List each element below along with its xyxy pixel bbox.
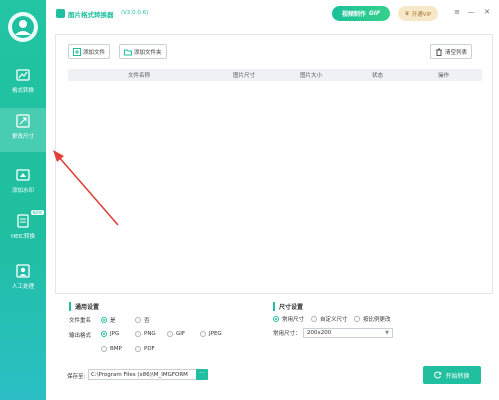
gif-button-text: 视频制作: [341, 11, 366, 18]
save-path-field[interactable]: C:\Program Files (x86)\M_IMGFORM: [88, 369, 206, 380]
minimize-icon[interactable]: —: [466, 8, 476, 16]
size-ratio-radio[interactable]: 按比例更改: [354, 315, 391, 323]
radio-label: 自定义尺寸: [320, 317, 348, 323]
size-custom-radio[interactable]: 自定义尺寸: [311, 315, 348, 323]
format-gif-radio[interactable]: GIF: [167, 331, 185, 337]
size-common-radio[interactable]: 常用尺寸: [273, 315, 304, 323]
vip-button[interactable]: ♛ 开通VIP: [398, 6, 438, 21]
gif-maker-button[interactable]: 视频制作 GIF: [332, 6, 390, 21]
save-to-label: 保存至:: [67, 374, 86, 380]
gif-button-tag: GIF: [368, 10, 381, 17]
app-logo-icon: [12, 16, 34, 38]
add-folder-label: 添加文件夹: [134, 49, 162, 56]
trash-icon: [436, 48, 442, 56]
sidebar-item-watermark[interactable]: 添加水印: [0, 162, 46, 206]
common-size-value: 200x200: [307, 330, 332, 336]
manual-icon: [16, 264, 30, 278]
close-icon[interactable]: ✕: [482, 8, 492, 16]
sidebar-item-label: 添加水印: [11, 188, 34, 194]
add-file-button[interactable]: 添加文件: [68, 44, 111, 59]
menu-icon[interactable]: ≡: [452, 8, 462, 16]
add-file-icon: [73, 47, 81, 56]
radio-label: BMP: [110, 346, 122, 352]
radio-dot: [311, 316, 317, 322]
file-table-header: 文件名称 图片尺寸 图片大小 状态 操作: [68, 69, 482, 81]
general-settings-title: 通用设置: [69, 302, 99, 311]
bottom-bar: 保存至: C:\Program Files (x86)\M_IMGFORM ··…: [55, 366, 493, 388]
browse-button[interactable]: ···: [196, 369, 208, 380]
radio-dot: [101, 317, 107, 323]
rename-no-radio[interactable]: 否: [135, 316, 150, 324]
settings-panel: 通用设置 文件重名 是 否 输出格式 JPG PNG GIF JPEG BMP …: [55, 298, 493, 364]
format-pdf-radio[interactable]: PDF: [135, 346, 155, 352]
folder-icon: [124, 49, 132, 55]
start-convert-button[interactable]: 开始转换: [423, 366, 481, 384]
add-folder-button[interactable]: 添加文件夹: [119, 44, 167, 59]
radio-label: GIF: [176, 331, 186, 337]
resize-icon: [16, 114, 30, 128]
heic-icon: [17, 214, 29, 228]
vip-button-label: 开通VIP: [411, 11, 432, 18]
format-bmp-radio[interactable]: BMP: [101, 346, 122, 352]
clear-list-label: 清空列表: [445, 49, 468, 56]
radio-dot: [135, 331, 141, 337]
app-version: (V2.0.0.6): [121, 9, 149, 16]
vip-icon: ♛: [404, 10, 410, 17]
clear-list-button[interactable]: 清空列表: [430, 44, 473, 59]
sidebar-item-label: 更改尺寸: [11, 134, 34, 140]
refresh-icon: [434, 371, 442, 379]
app-title-icon: [56, 9, 65, 18]
radio-dot: [200, 331, 206, 337]
file-list-panel: 添加文件 添加文件夹 清空列表 文件名称 图片尺寸 图片大小 状态 操作: [55, 34, 493, 294]
title-bar: 图片格式转换器 (V2.0.0.6) 视频制作 GIF ♛ 开通VIP ≡ — …: [46, 0, 499, 28]
sidebar-item-heic[interactable]: NEW HEIC转换: [0, 208, 46, 252]
radio-label: PDF: [144, 346, 155, 352]
column-header: 图片尺寸: [233, 73, 256, 79]
sidebar-item-label: 人工处理: [11, 284, 34, 290]
chevron-down-icon: ▼: [385, 330, 389, 336]
save-path-value: C:\Program Files (x86)\M_IMGFORM: [91, 371, 188, 378]
radio-label: PNG: [144, 331, 156, 337]
format-png-radio[interactable]: PNG: [135, 331, 156, 337]
radio-dot: [101, 346, 107, 352]
radio-label: JPG: [110, 331, 120, 337]
column-header: 操作: [438, 73, 450, 79]
start-convert-label: 开始转换: [445, 372, 470, 380]
sidebar-item-format-convert[interactable]: 格式转换: [0, 62, 46, 106]
new-badge: NEW: [30, 210, 44, 215]
sidebar-item-manual[interactable]: 人工处理: [0, 258, 46, 302]
radio-label: 是: [110, 318, 116, 324]
column-header: 图片大小: [300, 73, 323, 79]
format-jpg-radio[interactable]: JPG: [101, 331, 119, 337]
radio-label: 常用尺寸: [282, 317, 305, 323]
size-settings-title: 尺寸设置: [273, 302, 303, 311]
rename-label: 文件重名: [69, 318, 92, 324]
radio-dot: [135, 317, 141, 323]
radio-dot: [354, 316, 360, 322]
radio-label: JPEG: [209, 331, 222, 337]
app-title: 图片格式转换器: [68, 11, 114, 19]
column-header: 状态: [372, 73, 384, 79]
radio-label: 按比例更改: [363, 317, 391, 323]
sidebar-item-label: 格式转换: [11, 88, 34, 94]
add-file-label: 添加文件: [83, 49, 106, 56]
watermark-icon: [16, 169, 30, 181]
convert-icon: [16, 69, 30, 81]
sidebar-item-label: HEIC转换: [10, 234, 36, 240]
radio-dot: [167, 331, 173, 337]
column-header: 文件名称: [128, 73, 151, 79]
radio-dot: [101, 331, 107, 337]
sidebar-item-resize[interactable]: 更改尺寸: [0, 108, 46, 152]
format-label: 输出格式: [69, 333, 92, 339]
common-size-select[interactable]: 200x200 ▼: [303, 328, 393, 338]
app-logo: [8, 12, 38, 42]
rename-yes-radio[interactable]: 是: [101, 316, 116, 324]
radio-label: 否: [144, 318, 150, 324]
radio-dot: [135, 346, 141, 352]
common-size-label: 常用尺寸：: [273, 331, 301, 337]
sidebar: 格式转换 更改尺寸 添加水印 NEW HEIC转换 人工处理: [0, 0, 46, 400]
format-jpeg-radio[interactable]: JPEG: [200, 331, 222, 337]
radio-dot: [273, 316, 279, 322]
